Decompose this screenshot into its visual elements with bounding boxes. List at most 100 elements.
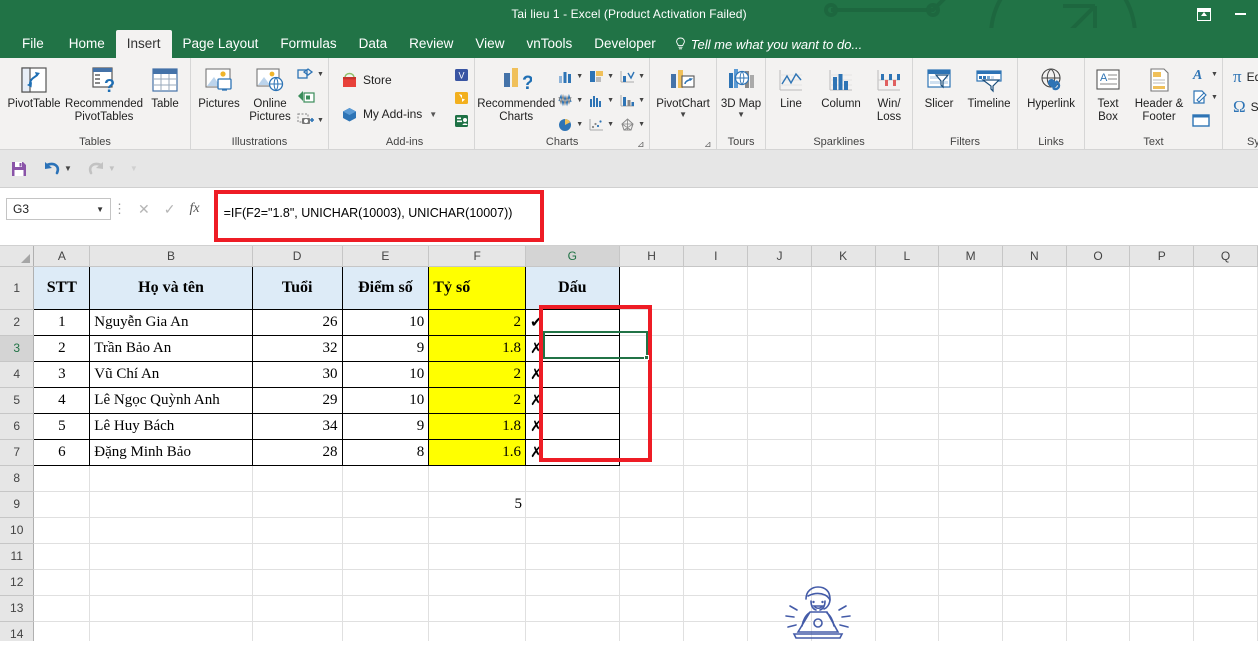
cell-g6[interactable]: ✗ xyxy=(524,412,620,440)
cell-n12[interactable] xyxy=(1002,569,1067,596)
name-box[interactable]: G3 ▼ xyxy=(6,198,111,220)
column-header-n[interactable]: N xyxy=(1002,246,1067,267)
pictures-button[interactable]: Pictures xyxy=(193,61,245,111)
cell-p5[interactable] xyxy=(1129,387,1195,414)
column-header-b[interactable]: B xyxy=(89,246,253,267)
online-pictures-button[interactable]: Online Pictures xyxy=(245,61,295,123)
cell-n3[interactable] xyxy=(1002,335,1067,362)
cell-p14[interactable] xyxy=(1129,621,1195,641)
cell-e6[interactable]: 9 xyxy=(341,412,430,440)
cell-h9[interactable] xyxy=(619,491,685,518)
cell-f10[interactable] xyxy=(428,517,526,544)
cell-j9[interactable] xyxy=(747,491,812,518)
cell-j3[interactable] xyxy=(747,335,812,362)
cell-h14[interactable] xyxy=(619,621,685,641)
cell-a1[interactable]: STT xyxy=(33,265,91,310)
my-addins-caret-icon[interactable]: ▼ xyxy=(429,110,437,119)
cell-p12[interactable] xyxy=(1129,569,1195,596)
cell-n8[interactable] xyxy=(1002,465,1067,492)
cell-h5[interactable] xyxy=(619,387,685,414)
cell-o3[interactable] xyxy=(1066,335,1131,362)
radar-chart-caret-icon[interactable]: ▼ xyxy=(638,121,645,128)
cell-i9[interactable] xyxy=(683,491,749,518)
column-header-d[interactable]: D xyxy=(252,246,343,267)
cell-p2[interactable] xyxy=(1129,309,1195,336)
waterfall-chart-caret-icon[interactable]: ▼ xyxy=(638,97,645,104)
cell-h8[interactable] xyxy=(619,465,685,492)
cell-a2[interactable]: 1 xyxy=(33,308,91,336)
cell-d10[interactable] xyxy=(252,517,343,544)
cell-k11[interactable] xyxy=(811,543,876,570)
cell-q6[interactable] xyxy=(1193,413,1258,440)
3d-map-button[interactable]: 3D Map ▼ xyxy=(719,61,763,118)
column-header-h[interactable]: H xyxy=(619,246,685,267)
cell-m13[interactable] xyxy=(938,595,1003,622)
cell-k8[interactable] xyxy=(811,465,876,492)
cell-f3[interactable]: 1.8 xyxy=(428,334,526,362)
cell-f1[interactable]: Tỷ số xyxy=(428,265,526,310)
cell-n13[interactable] xyxy=(1002,595,1067,622)
cell-n10[interactable] xyxy=(1002,517,1067,544)
cell-k2[interactable] xyxy=(811,309,876,336)
cell-b5[interactable]: Lê Ngọc Quỳnh Anh xyxy=(89,386,253,414)
cell-b8[interactable] xyxy=(89,465,253,492)
cell-n5[interactable] xyxy=(1002,387,1067,414)
shapes-caret-icon[interactable]: ▼ xyxy=(317,71,324,78)
cell-m10[interactable] xyxy=(938,517,1003,544)
cell-m14[interactable] xyxy=(938,621,1003,641)
column-header-g[interactable]: G xyxy=(525,246,620,267)
cell-a8[interactable] xyxy=(33,465,91,492)
cell-i1[interactable] xyxy=(683,266,749,310)
cell-o7[interactable] xyxy=(1066,439,1131,466)
cell-o8[interactable] xyxy=(1066,465,1131,492)
cell-n6[interactable] xyxy=(1002,413,1067,440)
tab-page-layout[interactable]: Page Layout xyxy=(172,30,270,58)
cell-d7[interactable]: 28 xyxy=(251,438,343,466)
column-header-k[interactable]: K xyxy=(811,246,876,267)
cell-i6[interactable] xyxy=(683,413,749,440)
cell-e10[interactable] xyxy=(342,517,430,544)
cell-q7[interactable] xyxy=(1193,439,1258,466)
cell-a14[interactable] xyxy=(33,621,91,641)
cell-g7[interactable]: ✗ xyxy=(524,438,620,466)
cell-i14[interactable] xyxy=(683,621,749,641)
cell-k5[interactable] xyxy=(811,387,876,414)
cell-o6[interactable] xyxy=(1066,413,1131,440)
pivottable-button[interactable]: PivotTable xyxy=(2,61,66,111)
cell-p6[interactable] xyxy=(1129,413,1195,440)
column-header-a[interactable]: A xyxy=(33,246,91,267)
ribbon-display-options-icon[interactable] xyxy=(1186,0,1222,28)
cell-q12[interactable] xyxy=(1193,569,1258,596)
cell-a6[interactable]: 5 xyxy=(33,412,91,440)
row-header-14[interactable]: 14 xyxy=(0,621,35,641)
cell-h1[interactable] xyxy=(619,266,685,310)
cell-e14[interactable] xyxy=(342,621,430,641)
cell-o9[interactable] xyxy=(1066,491,1131,518)
cell-p7[interactable] xyxy=(1129,439,1195,466)
pivotchart-dialog-launcher[interactable]: ⊿ xyxy=(704,140,713,149)
cell-k1[interactable] xyxy=(811,266,876,310)
cell-h2[interactable] xyxy=(619,309,685,336)
cell-m11[interactable] xyxy=(938,543,1003,570)
tab-vntools[interactable]: vnTools xyxy=(515,30,583,58)
cell-m12[interactable] xyxy=(938,569,1003,596)
cancel-x-icon[interactable]: ✕ xyxy=(138,201,150,218)
enter-check-icon[interactable]: ✓ xyxy=(164,201,176,218)
cell-h4[interactable] xyxy=(619,361,685,388)
histogram-chart-caret-icon[interactable]: ▼ xyxy=(607,97,614,104)
cell-e1[interactable]: Điểm số xyxy=(341,265,430,310)
cell-k12[interactable] xyxy=(811,569,876,596)
cell-a12[interactable] xyxy=(33,569,91,596)
cell-q11[interactable] xyxy=(1193,543,1258,570)
row-header-1[interactable]: 1 xyxy=(0,266,35,310)
cell-l7[interactable] xyxy=(875,439,940,466)
cell-l3[interactable] xyxy=(875,335,940,362)
cell-f11[interactable] xyxy=(428,543,526,570)
name-box-caret-icon[interactable]: ▼ xyxy=(96,205,104,214)
cell-l11[interactable] xyxy=(875,543,940,570)
hyperlink-button[interactable]: Hyperlink xyxy=(1020,61,1082,111)
cell-k10[interactable] xyxy=(811,517,876,544)
cell-i11[interactable] xyxy=(683,543,749,570)
cell-i2[interactable] xyxy=(683,309,749,336)
row-header-10[interactable]: 10 xyxy=(0,517,35,544)
